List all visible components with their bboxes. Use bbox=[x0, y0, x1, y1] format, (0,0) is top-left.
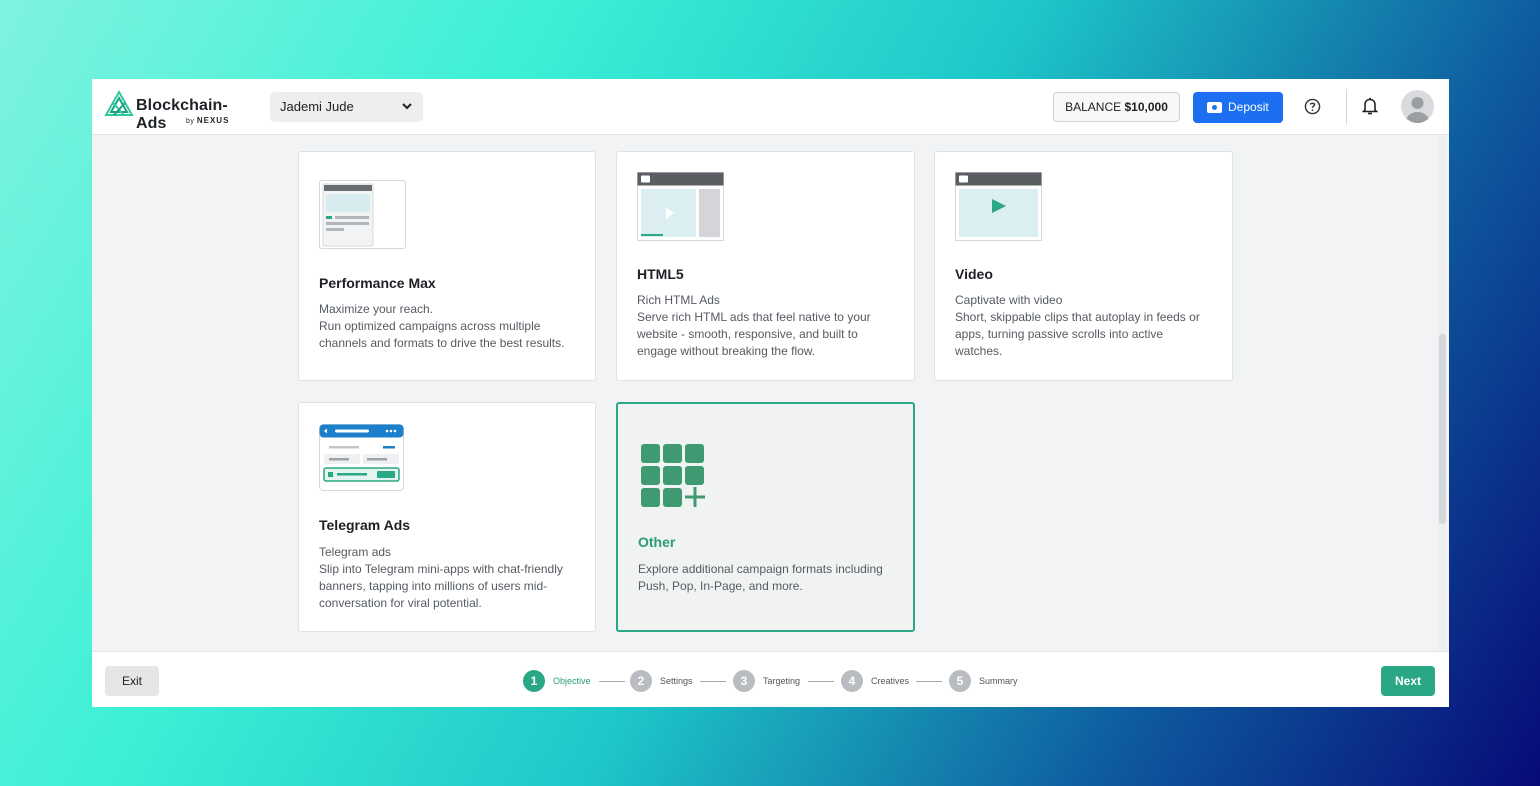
brand-partner: by NEXUS bbox=[186, 116, 230, 125]
format-card-performance-max[interactable]: Performance Max Maximize your reach. Run… bbox=[298, 151, 596, 381]
content-scrollbar-thumb[interactable] bbox=[1439, 334, 1446, 524]
card-description: Telegram ads Slip into Telegram mini-app… bbox=[319, 545, 563, 610]
bottom-bar: Exit 1 Objective 2 Settings 3 Targeting … bbox=[92, 651, 1449, 707]
format-card-other[interactable]: Other Explore additional campaign format… bbox=[616, 402, 915, 632]
performance-max-illustration bbox=[319, 180, 406, 249]
step-connector bbox=[700, 681, 726, 682]
card-title: Other bbox=[638, 534, 676, 550]
format-card-html5[interactable]: HTML5 Rich HTML Ads Serve rich HTML ads … bbox=[616, 151, 915, 381]
avatar-icon bbox=[1406, 97, 1429, 123]
top-bar: Blockchain-Ads by NEXUS Jademi Jude BALA… bbox=[92, 79, 1449, 135]
card-title: HTML5 bbox=[637, 266, 684, 282]
card-title: Video bbox=[955, 266, 993, 282]
topbar-divider bbox=[1346, 89, 1347, 125]
next-button[interactable]: Next bbox=[1381, 666, 1435, 696]
brand-logo[interactable]: Blockchain-Ads by NEXUS bbox=[104, 89, 254, 132]
account-name: Jademi Jude bbox=[280, 99, 354, 114]
chevron-down-icon bbox=[402, 103, 412, 110]
html5-illustration bbox=[637, 172, 724, 241]
step-connector bbox=[808, 681, 834, 682]
card-description: Explore additional campaign formats incl… bbox=[638, 562, 883, 593]
card-title: Telegram Ads bbox=[319, 517, 411, 533]
account-select[interactable]: Jademi Jude bbox=[270, 92, 423, 122]
cash-icon bbox=[1207, 102, 1222, 113]
card-description: Captivate with video Short, skippable cl… bbox=[955, 293, 1200, 358]
format-card-telegram-ads[interactable]: Telegram Ads Telegram ads Slip into Tele… bbox=[298, 402, 596, 632]
balance-display: BALANCE $10,000 bbox=[1053, 92, 1180, 122]
bell-icon[interactable] bbox=[1362, 97, 1378, 116]
exit-button[interactable]: Exit bbox=[105, 666, 159, 696]
telegram-ads-illustration bbox=[319, 424, 404, 491]
avatar[interactable] bbox=[1401, 90, 1434, 123]
logo-icon bbox=[104, 89, 134, 116]
card-title: Performance Max bbox=[319, 275, 436, 291]
step-connector bbox=[916, 681, 942, 682]
campaign-builder-window: Blockchain-Ads by NEXUS Jademi Jude BALA… bbox=[92, 79, 1449, 707]
grid-plus-icon bbox=[641, 444, 705, 507]
card-description: Rich HTML Ads Serve rich HTML ads that f… bbox=[637, 293, 871, 358]
balance-amount: $10,000 bbox=[1124, 100, 1168, 114]
card-description: Maximize your reach. Run optimized campa… bbox=[319, 302, 565, 350]
step-connector bbox=[599, 681, 625, 682]
help-icon[interactable] bbox=[1304, 98, 1321, 115]
video-illustration bbox=[955, 172, 1042, 241]
brand-name: Blockchain-Ads bbox=[136, 97, 228, 132]
deposit-button[interactable]: Deposit bbox=[1193, 92, 1283, 123]
format-card-video[interactable]: Video Captivate with video Short, skippa… bbox=[934, 151, 1233, 381]
